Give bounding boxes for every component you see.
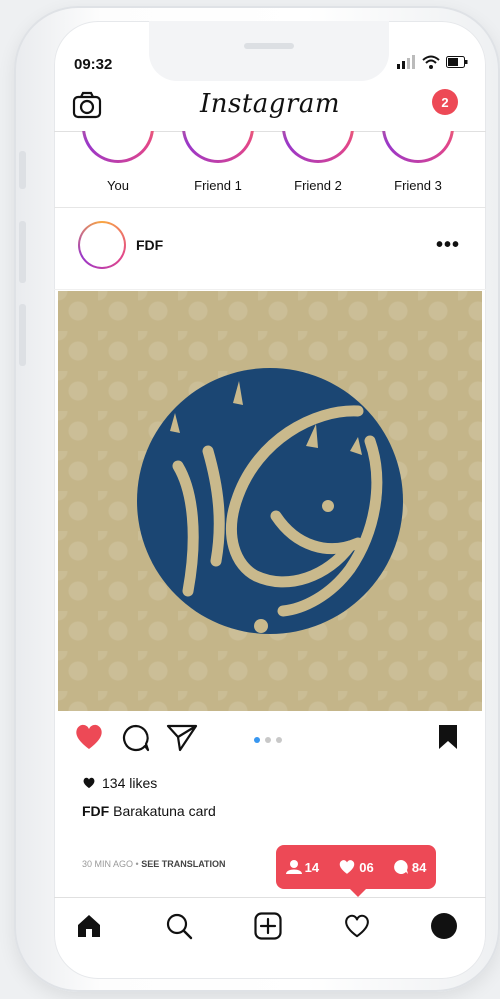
nav-activity[interactable]	[342, 911, 372, 941]
carousel-dot	[276, 737, 282, 743]
see-translation-link[interactable]: SEE TRANSLATION	[141, 859, 225, 869]
bottom-nav	[54, 897, 486, 956]
followers-value: 14	[304, 859, 320, 875]
comment-icon[interactable]	[121, 723, 151, 753]
likes-label: 134 likes	[102, 775, 158, 791]
post-avatar[interactable]	[78, 221, 126, 269]
more-options-icon[interactable]: •••	[436, 234, 460, 257]
notch	[149, 21, 389, 81]
battery-icon	[446, 56, 468, 68]
heart-icon[interactable]	[74, 723, 104, 751]
story-label: Friend 1	[194, 178, 242, 193]
story-friend-2[interactable]: Friend 2	[278, 131, 368, 207]
story-ring	[282, 131, 354, 163]
caption-text: Barakatuna card	[113, 803, 216, 819]
nav-search[interactable]	[164, 911, 194, 941]
nav-profile[interactable]	[429, 911, 459, 941]
send-icon[interactable]	[166, 723, 198, 753]
story-ring	[182, 131, 254, 163]
post-header: FDF •••	[54, 207, 486, 290]
user-icon	[285, 860, 302, 874]
story-label: Friend 3	[394, 178, 442, 193]
post-image[interactable]	[58, 291, 482, 711]
carousel-dot-active	[254, 737, 260, 743]
phone-screen: 09:32 Instagram 2 You Friend 1 Friend 2 …	[54, 21, 486, 979]
comments-count: 84	[393, 859, 426, 875]
story-label: Friend 2	[294, 178, 342, 193]
volume-down-button	[19, 304, 26, 366]
stories-bar: You Friend 1 Friend 2 Friend 3	[54, 131, 486, 208]
app-header: Instagram	[54, 83, 486, 132]
status-time: 09:32	[74, 56, 113, 73]
status-icons	[396, 55, 468, 69]
story-ring	[382, 131, 454, 163]
home-icon	[78, 915, 100, 937]
meta-separator: •	[135, 859, 139, 869]
post-actions	[54, 721, 486, 761]
signal-icon	[397, 55, 415, 69]
speaker	[244, 43, 294, 49]
wifi-icon	[422, 55, 440, 69]
mute-switch	[19, 151, 26, 189]
nav-home[interactable]	[74, 911, 104, 941]
bookmark-icon[interactable]	[437, 724, 459, 750]
calligraphy-emblem	[137, 368, 403, 634]
post-username[interactable]: FDF	[136, 237, 163, 253]
story-friend-3[interactable]: Friend 3	[378, 131, 468, 207]
search-icon	[166, 913, 193, 940]
carousel-indicator	[254, 737, 282, 743]
heart-outline-icon	[345, 914, 369, 938]
post-time: 30 MIN AGO	[82, 859, 134, 869]
activity-popup: 14 06 84	[276, 845, 436, 897]
followers-count: 14	[285, 859, 320, 875]
likes-count[interactable]: 134 likes	[82, 775, 157, 791]
heart-icon	[340, 860, 355, 874]
comments-value: 84	[411, 859, 427, 875]
volume-up-button	[19, 221, 26, 283]
story-ring	[82, 131, 154, 163]
heart-icon	[83, 777, 95, 789]
app-logo: Instagram	[199, 89, 341, 119]
likes-activity-count: 06	[338, 859, 374, 875]
profile-icon	[431, 913, 457, 939]
story-label: You	[107, 178, 129, 193]
notification-badge[interactable]: 2	[432, 89, 458, 115]
carousel-dot	[265, 737, 271, 743]
story-you[interactable]: You	[78, 131, 168, 207]
post-meta: 30 MIN AGO • SEE TRANSLATION	[82, 859, 226, 869]
caption-username[interactable]: FDF	[82, 803, 109, 819]
post-caption: FDF Barakatuna card	[82, 803, 216, 819]
nav-add-post[interactable]	[253, 911, 283, 941]
phone-frame: 09:32 Instagram 2 You Friend 1 Friend 2 …	[14, 6, 500, 992]
story-friend-1[interactable]: Friend 1	[178, 131, 268, 207]
comment-bubble-icon	[394, 860, 408, 874]
add-post-icon	[254, 912, 282, 940]
likes-activity-value: 06	[359, 859, 374, 875]
